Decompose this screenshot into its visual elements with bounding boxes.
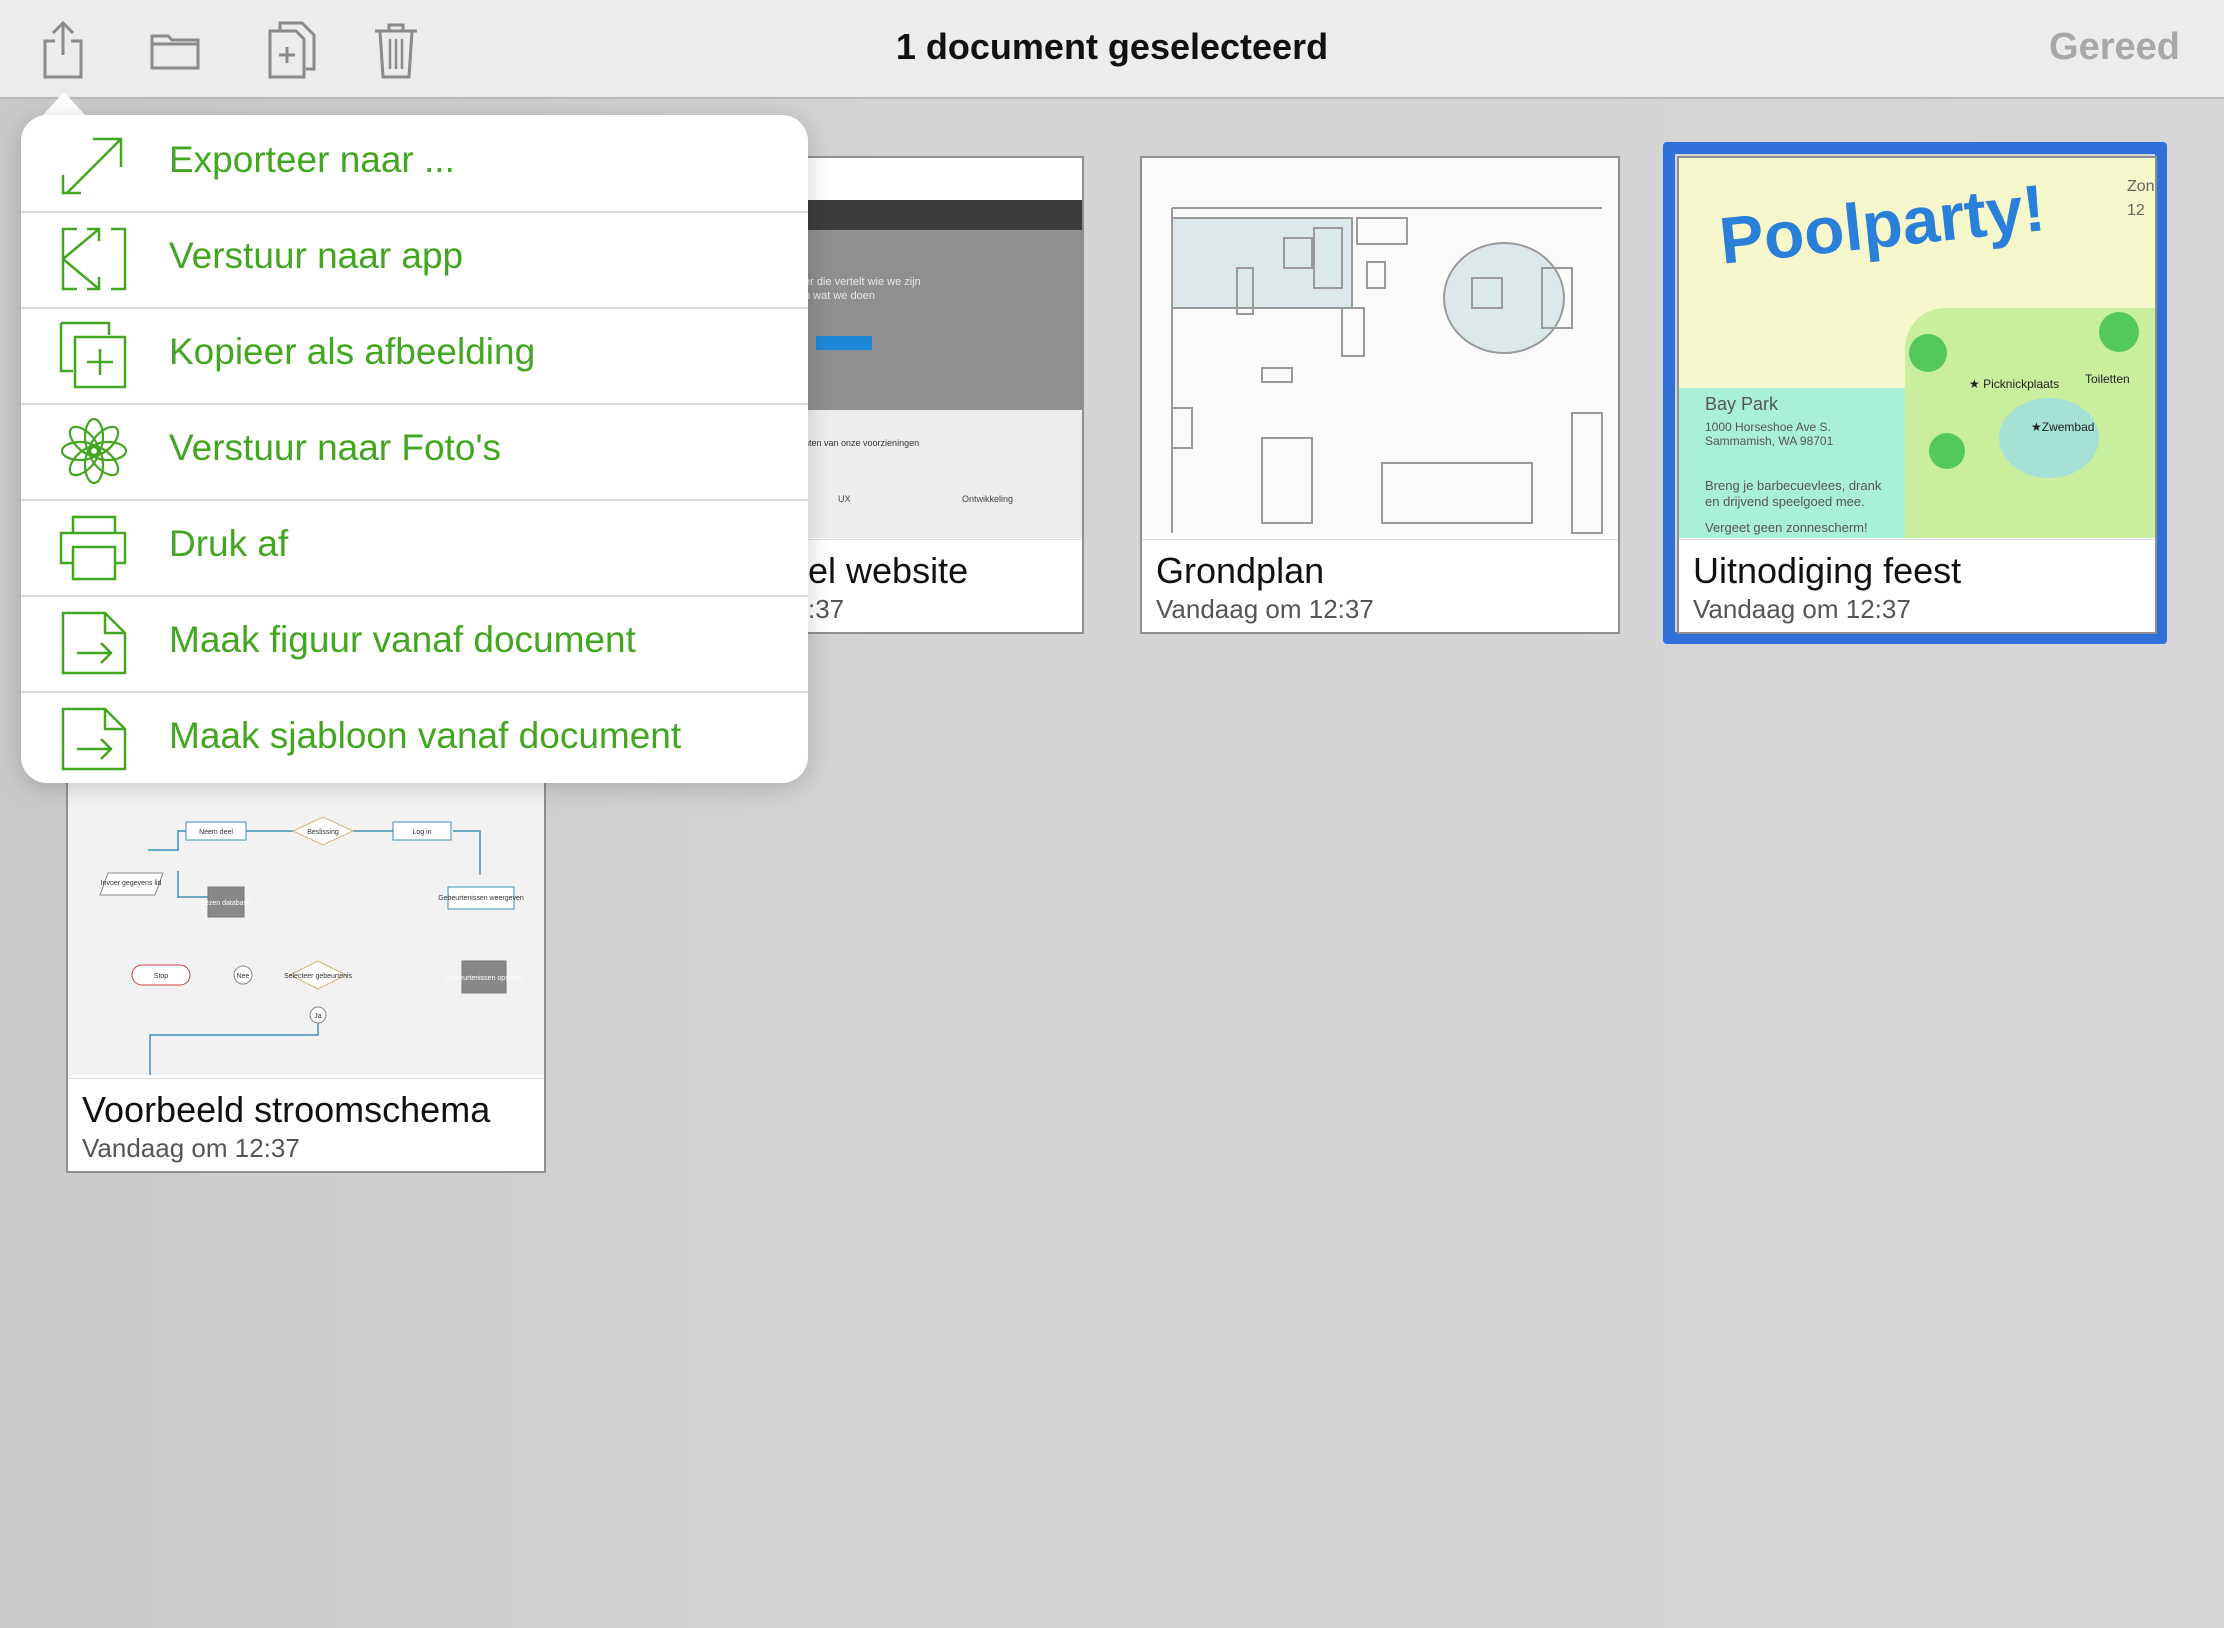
menu-item-label: Maak sjabloon vanaf document [169,715,682,756]
menu-item-label: Exporteer naar ... [169,139,455,180]
flow-node: Gebeurtenissen opslaan [446,975,522,982]
toolbar: 1 document geselecteerd Gereed [0,0,2224,99]
thumb-corner-text: 12 [2127,202,2145,219]
document-card-uitnodiging[interactable]: Poolparty! Zon 12 Bay Park 1000 Horsesho… [1677,156,2157,634]
make-template-icon [61,707,127,771]
thumb-text: Vergeet geen zonnescherm! [1705,520,1868,535]
document-info: Voorbeeld stroomschema Vandaag om 12:37 [68,1078,544,1171]
thumb-address: Sammamish, WA 98701 [1705,434,1834,448]
menu-item-label: Druk af [169,523,289,564]
document-date: Vandaag om 12:37 [1156,594,1374,624]
photos-flower-icon [60,417,128,485]
document-info: Uitnodiging feest Vandaag om 12:37 [1679,539,2155,632]
document-name: Grondplan [1156,550,1325,591]
flow-node: Stop [154,973,169,980]
flow-node: Neem deel [199,829,233,836]
printer-icon [59,515,127,581]
menu-item-send-to-photos[interactable]: Verstuur naar Foto's [21,403,808,501]
document-card-grondplan[interactable]: Grondplan Vandaag om 12:37 [1140,156,1620,634]
menu-item-make-template[interactable]: Maak sjabloon vanaf document [21,691,808,783]
thumb-tagline: n wat we doen [804,290,875,302]
export-arrow-icon [61,137,123,195]
thumb-text: Breng je barbecuevlees, drank [1705,478,1882,493]
thumb-address: 1000 Horseshoe Ave S. [1705,420,1831,434]
flow-node: Lezen database [201,900,251,907]
document-date: Vandaag om 12:37 [1693,594,1911,624]
marker-picnic: ★ Picknickplaats [1969,377,2060,391]
document-date: Vandaag om 12:37 [82,1133,300,1163]
menu-item-label: Maak figuur vanaf document [169,619,636,660]
document-name: Uitnodiging feest [1693,550,1962,591]
flow-node: Ja [314,1013,322,1020]
document-name: Voorbeeld stroomschema [82,1089,491,1130]
floorplan-thumbnail [1142,158,1618,538]
send-to-app-icon [61,227,127,291]
share-popover-menu: Exporteer naar ... Verstuur naar app Kop… [21,115,808,783]
thumb-corner-text: Zon [2127,178,2155,195]
thumb-headline: Poolparty! [1716,170,2049,278]
party-invite-thumbnail: Poolparty! Zon 12 Bay Park 1000 Horsesho… [1679,158,2155,538]
popover-arrow [42,92,86,116]
menu-item-send-to-app[interactable]: Verstuur naar app [21,211,808,309]
flow-node: Nee [237,973,250,980]
document-date: :37 [808,594,845,624]
menu-item-export[interactable]: Exporteer naar ... [21,115,808,213]
copy-image-icon [59,321,127,389]
document-info: Grondplan Vandaag om 12:37 [1142,539,1618,632]
menu-item-label: Verstuur naar Foto's [169,427,502,468]
thumb-col: UX [838,494,851,504]
menu-item-copy-image[interactable]: Kopieer als afbeelding [21,307,808,405]
flow-node: Invoer gegevens lid [101,880,162,887]
menu-item-label: Kopieer als afbeelding [169,331,536,372]
flow-node: Gebeurtenissen weergeven [438,895,524,902]
marker-pool: ★Zwembad [2031,420,2095,434]
flow-node: Log in [412,829,431,836]
document-name: el website [808,550,969,591]
make-shape-icon [61,611,127,675]
menu-item-make-shape[interactable]: Maak figuur vanaf document [21,595,808,693]
thumb-tagline: er die vertelt wie we zijn [804,276,921,288]
marker-toilets: Toiletten [2085,372,2130,386]
thumb-place: Bay Park [1705,394,1779,414]
thumb-text: en drijvend speelgoed mee. [1705,494,1865,509]
done-button[interactable]: Gereed [2049,26,2180,69]
flow-node: Beslissing [307,829,339,836]
thumb-section: nten van onze voorzieningen [804,438,920,448]
flow-node: Selecteer gebeurtenis [284,973,353,980]
page-title: 1 document geselecteerd [895,26,1329,67]
thumb-col: Ontwikkeling [962,494,1014,504]
menu-item-print[interactable]: Druk af [21,499,808,597]
menu-item-label: Verstuur naar app [169,235,464,276]
